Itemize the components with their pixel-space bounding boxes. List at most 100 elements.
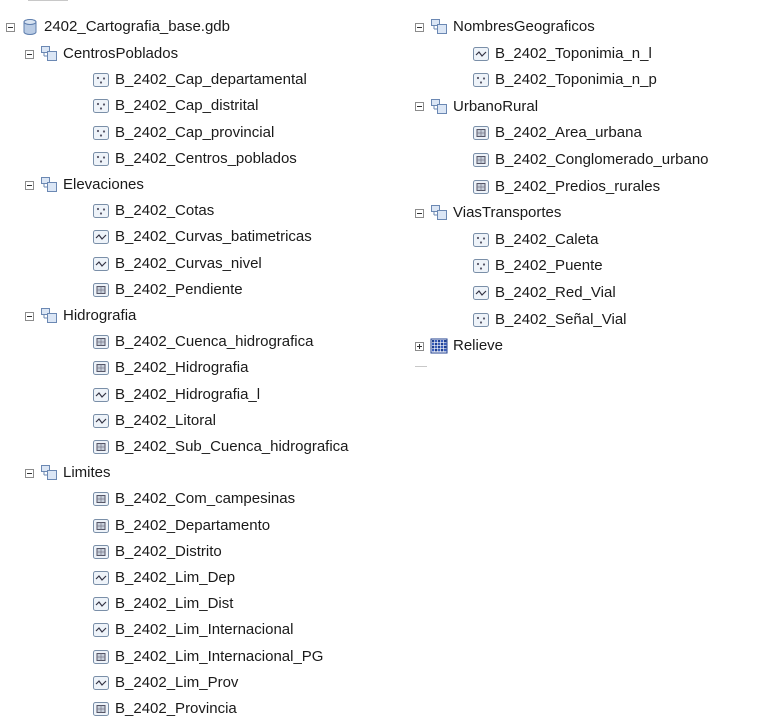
line-feature-class-icon xyxy=(92,413,110,429)
line-feature-class-icon xyxy=(472,285,490,301)
collapse-toggle[interactable] xyxy=(415,22,424,32)
feature-dataset-elevaciones[interactable]: Elevaciones xyxy=(25,173,144,197)
tree-node-label: B_2402_Lim_Internacional_PG xyxy=(115,647,324,665)
feature-class-item-b-2402-toponimia-n-l[interactable]: B_2402_Toponimia_n_l xyxy=(472,42,652,66)
point-feature-class-icon xyxy=(472,258,490,274)
feature-class-item-b-2402-hidrografia-l[interactable]: B_2402_Hidrografia_l xyxy=(92,383,260,407)
feature-dataset-icon xyxy=(430,98,448,116)
tree-node-label: B_2402_Hidrografia_l xyxy=(115,385,261,403)
tree-bottom-line xyxy=(415,366,427,367)
tree-node-label: CentrosPoblados xyxy=(63,45,179,62)
tree-node-label: B_2402_Predios_rurales xyxy=(495,177,661,195)
tree-node-label: 2402_Cartografia_base.gdb xyxy=(44,18,230,35)
point-feature-class-icon xyxy=(472,232,490,248)
feature-dataset-nombresgeograficos[interactable]: NombresGeograficos xyxy=(415,15,595,39)
tree-node-label: B_2402_Litoral xyxy=(115,411,216,429)
feature-class-item-b-2402-sub-cuenca-hidrografica[interactable]: B_2402_Sub_Cuenca_hidrografica xyxy=(92,435,349,459)
collapse-toggle[interactable] xyxy=(25,311,34,321)
feature-dataset-icon xyxy=(430,204,448,222)
feature-dataset-icon xyxy=(40,307,58,325)
feature-class-item-b-2402-cap-provincial[interactable]: B_2402_Cap_provincial xyxy=(92,121,274,145)
line-feature-class-icon xyxy=(92,387,110,403)
tree-node-label: B_2402_Distrito xyxy=(115,542,222,560)
tree-node-label: B_2402_Puente xyxy=(495,257,603,275)
feature-class-item-b-2402-cap-departamental[interactable]: B_2402_Cap_departamental xyxy=(92,68,307,92)
feature-class-item-b-2402-lim-dep[interactable]: B_2402_Lim_Dep xyxy=(92,566,235,590)
feature-class-item-b-2402-area-urbana[interactable]: B_2402_Area_urbana xyxy=(472,121,642,145)
feature-class-item-b-2402-pendiente[interactable]: B_2402_Pendiente xyxy=(92,278,243,302)
tree-node-label: B_2402_Lim_Prov xyxy=(115,673,239,691)
tree-node-label: B_2402_Departamento xyxy=(115,516,271,534)
feature-class-item-b-2402-cap-distrital[interactable]: B_2402_Cap_distrital xyxy=(92,94,258,118)
tree-node-label: B_2402_Area_urbana xyxy=(495,124,642,142)
tree-node-root[interactable]: 2402_Cartografia_base.gdb xyxy=(6,15,230,39)
point-feature-class-icon xyxy=(92,151,110,167)
feature-class-item-b-2402-conglomerado-urbano[interactable]: B_2402_Conglomerado_urbano xyxy=(472,148,709,172)
feature-class-item-b-2402-departamento[interactable]: B_2402_Departamento xyxy=(92,514,270,538)
collapse-toggle[interactable] xyxy=(415,102,424,112)
collapse-toggle[interactable] xyxy=(25,180,34,190)
feature-class-item-b-2402-cotas[interactable]: B_2402_Cotas xyxy=(92,199,214,223)
feature-class-item-b-2402-provincia[interactable]: B_2402_Provincia xyxy=(92,697,237,721)
line-feature-class-icon xyxy=(92,570,110,586)
tree-node-label: B_2402_Cap_distrital xyxy=(115,97,259,115)
feature-class-item-b-2402-hidrografia[interactable]: B_2402_Hidrografia xyxy=(92,356,248,380)
tree-node-label: B_2402_Toponimia_n_p xyxy=(495,71,657,89)
feature-class-item-b-2402-com-campesinas[interactable]: B_2402_Com_campesinas xyxy=(92,487,295,511)
point-feature-class-icon xyxy=(92,203,110,219)
tree-node-label: B_2402_Cap_provincial xyxy=(115,123,275,141)
tree-node-label: B_2402_Pendiente xyxy=(115,280,243,298)
feature-dataset-icon xyxy=(40,176,58,194)
feature-class-item-b-2402-centros-poblados[interactable]: B_2402_Centros_poblados xyxy=(92,147,297,171)
polygon-feature-class-icon xyxy=(92,360,110,376)
tree-node-label: B_2402_Com_campesinas xyxy=(115,490,296,508)
feature-class-item-b-2402-lim-internacional-pg[interactable]: B_2402_Lim_Internacional_PG xyxy=(92,645,323,669)
polygon-feature-class-icon xyxy=(92,282,110,298)
tree-node-label: B_2402_Señal_Vial xyxy=(495,310,627,328)
polygon-feature-class-icon xyxy=(472,125,490,141)
tree-node-label: B_2402_Conglomerado_urbano xyxy=(495,151,709,168)
expand-toggle[interactable] xyxy=(415,341,424,351)
feature-dataset-hidrografia[interactable]: Hidrografia xyxy=(25,304,136,328)
feature-dataset-icon xyxy=(40,45,58,63)
collapse-toggle[interactable] xyxy=(6,22,15,32)
feature-class-item-b-2402-predios-rurales[interactable]: B_2402_Predios_rurales xyxy=(472,175,660,199)
feature-class-item-b-2402-distrito[interactable]: B_2402_Distrito xyxy=(92,540,222,564)
tree-node-label: B_2402_Hidrografia xyxy=(115,359,249,377)
feature-class-item-b-2402-puente[interactable]: B_2402_Puente xyxy=(472,254,603,278)
polygon-feature-class-icon xyxy=(92,544,110,560)
line-feature-class-icon xyxy=(92,229,110,245)
polygon-feature-class-icon xyxy=(92,649,110,665)
tree-node-label: B_2402_Provincia xyxy=(115,700,237,717)
feature-class-item-b-2402-curvas-nivel[interactable]: B_2402_Curvas_nivel xyxy=(92,252,262,276)
collapse-toggle[interactable] xyxy=(25,468,34,478)
feature-class-item-b-2402-lim-dist[interactable]: B_2402_Lim_Dist xyxy=(92,592,233,616)
tree-node-label: B_2402_Cotas xyxy=(115,202,215,220)
line-feature-class-icon xyxy=(472,46,490,62)
feature-class-item-b-2402-cuenca-hidrografica[interactable]: B_2402_Cuenca_hidrografica xyxy=(92,330,313,354)
feature-class-item-b-2402-toponimia-n-p[interactable]: B_2402_Toponimia_n_p xyxy=(472,68,657,92)
feature-class-item-b-2402-caleta[interactable]: B_2402_Caleta xyxy=(472,228,598,252)
tree-top-line xyxy=(28,0,68,1)
line-feature-class-icon xyxy=(92,675,110,691)
line-feature-class-icon xyxy=(92,596,110,612)
feature-class-item-b-2402-red-vial[interactable]: B_2402_Red_Vial xyxy=(472,281,616,305)
feature-class-item-b-2402-curvas-batimetricas[interactable]: B_2402_Curvas_batimetricas xyxy=(92,225,312,249)
feature-dataset-limites[interactable]: Limites xyxy=(25,461,111,485)
tree-node-label: B_2402_Cuenca_hidrografica xyxy=(115,333,314,351)
tree-node-label: B_2402_Lim_Dep xyxy=(115,569,236,586)
feature-dataset-viastransportes[interactable]: ViasTransportes xyxy=(415,201,561,225)
feature-class-item-b-2402-litoral[interactable]: B_2402_Litoral xyxy=(92,409,216,433)
raster-item-relieve[interactable]: Relieve xyxy=(415,334,503,358)
line-feature-class-icon xyxy=(92,622,110,638)
collapse-toggle[interactable] xyxy=(415,208,424,218)
feature-class-item-b-2402-lim-prov[interactable]: B_2402_Lim_Prov xyxy=(92,671,238,695)
feature-class-item-b-2402-lim-internacional[interactable]: B_2402_Lim_Internacional xyxy=(92,618,293,642)
line-feature-class-icon xyxy=(92,256,110,272)
raster-dataset-icon xyxy=(430,338,448,354)
tree-node-label: UrbanoRural xyxy=(453,97,539,115)
feature-dataset-centrospoblados[interactable]: CentrosPoblados xyxy=(25,42,178,66)
feature-class-item-b-2402-se-al-vial[interactable]: B_2402_Señal_Vial xyxy=(472,308,627,332)
collapse-toggle[interactable] xyxy=(25,49,34,59)
feature-dataset-urbanorural[interactable]: UrbanoRural xyxy=(415,95,538,119)
